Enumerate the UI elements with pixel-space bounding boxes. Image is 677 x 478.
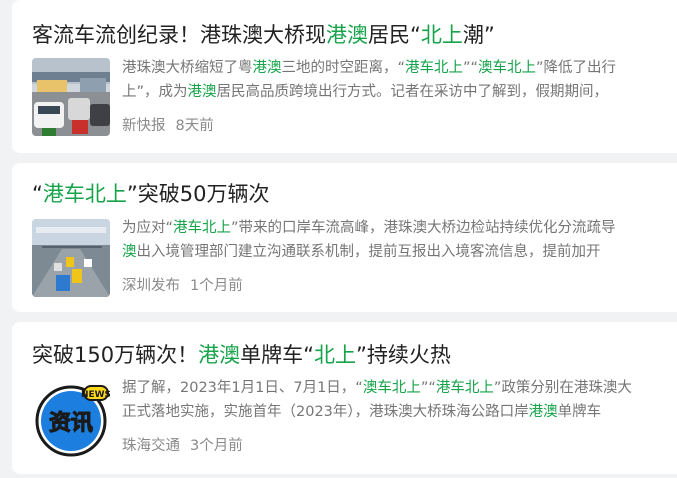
- news-thumbnail[interactable]: NEWS 资讯: [32, 380, 110, 458]
- snippet-line: 港珠澳大桥缩短了粤港澳三地的时空距离，“港车北上”“澳车北上”降低了出行: [122, 60, 617, 76]
- news-card[interactable]: 客流车流创纪录！港珠澳大桥现港澳居民“北上潮” 港珠澳大桥缩短了粤港澳三地的时空…: [12, 0, 677, 153]
- news-time: 8天前: [175, 118, 214, 134]
- traffic-photo-icon: [32, 58, 110, 136]
- news-title[interactable]: 客流车流创纪录！港珠澳大桥现港澳居民“北上潮”: [32, 22, 495, 48]
- snippet-line: 正式落地实施，实施首年（2023年），港珠澳大桥珠海公路口岸港澳单牌车: [122, 404, 602, 420]
- news-thumbnail[interactable]: [32, 58, 110, 136]
- news-source[interactable]: 珠海交通: [122, 438, 180, 454]
- news-snippet: 为应对“港车北上”带来的口岸车流高峰，港珠澳大桥边检站持续优化分流疏导 澳出入境…: [122, 216, 677, 264]
- snippet-line: 据了解，2023年1月1日、7月1日，“澳车北上”“港车北上”政策分别在港珠澳大: [122, 380, 632, 396]
- news-thumbnail[interactable]: [32, 219, 110, 297]
- news-meta: 新快报 8天前: [122, 114, 214, 135]
- news-title[interactable]: “港车北上”突破50万辆次: [32, 181, 270, 207]
- news-source[interactable]: 新快报: [122, 118, 166, 134]
- snippet-line: 澳出入境管理部门建立沟通联系机制，提前互报出入境客流信息，提前加开: [122, 244, 601, 260]
- news-snippet: 据了解，2023年1月1日、7月1日，“澳车北上”“港车北上”政策分别在港珠澳大…: [122, 376, 677, 424]
- news-source[interactable]: 深圳发布: [122, 278, 180, 294]
- news-title[interactable]: 突破150万辆次！港澳单牌车“北上”持续火热: [32, 342, 451, 368]
- snippet-line: 上”，成为港澳居民高品质跨境出行方式。记者在采访中了解到，假期期间，: [122, 84, 609, 100]
- badge-small-label: NEWS: [81, 390, 110, 400]
- news-card[interactable]: “港车北上”突破50万辆次 为应对“港车北上”带来的口岸车流高峰，港珠澳大桥边检…: [12, 163, 677, 312]
- news-meta: 珠海交通 3个月前: [122, 434, 243, 455]
- news-time: 3个月前: [190, 438, 243, 454]
- news-meta: 深圳发布 1个月前: [122, 274, 243, 295]
- badge-main-label: 资讯: [49, 411, 93, 436]
- news-snippet: 港珠澳大桥缩短了粤港澳三地的时空距离，“港车北上”“澳车北上”降低了出行 上”，…: [122, 56, 677, 104]
- news-time: 1个月前: [190, 278, 243, 294]
- snippet-line: 为应对“港车北上”带来的口岸车流高峰，港珠澳大桥边检站持续优化分流疏导: [122, 220, 616, 236]
- news-badge-icon: NEWS 资讯: [35, 385, 110, 457]
- bridge-road-photo-icon: [32, 219, 110, 297]
- news-card[interactable]: 突破150万辆次！港澳单牌车“北上”持续火热 NEWS 资讯 据了解，2023年…: [12, 322, 677, 474]
